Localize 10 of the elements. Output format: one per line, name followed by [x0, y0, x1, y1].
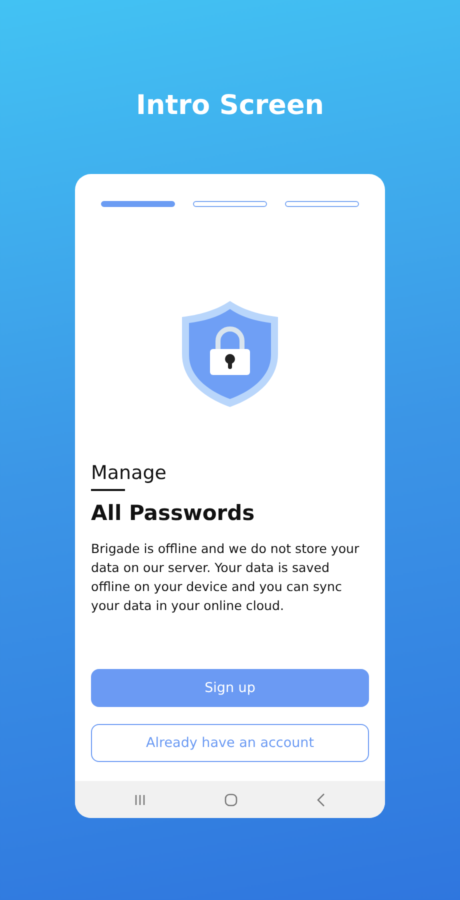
- home-icon[interactable]: [224, 792, 238, 806]
- back-icon[interactable]: [316, 792, 326, 806]
- sign-up-button[interactable]: Sign up: [91, 669, 369, 707]
- description: Brigade is offline and we do not store your data on our server. Your data is saved offline on your device and you can sync your data in your online cloud.: [91, 540, 360, 615]
- subtitle: Manage: [91, 461, 168, 485]
- heading: All Passwords: [91, 500, 256, 527]
- screen-title: Intro Screen: [136, 89, 324, 123]
- shield-lock-icon: [180, 299, 280, 409]
- recent-apps-icon[interactable]: [134, 794, 146, 806]
- account-button[interactable]: Already have an account: [91, 724, 369, 762]
